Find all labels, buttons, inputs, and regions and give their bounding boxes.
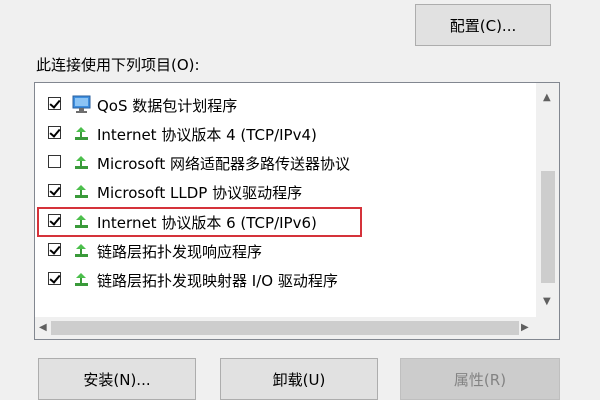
- list-item-label: 链路层拓扑发现映射器 I/O 驱动程序: [97, 272, 338, 290]
- scroll-left-icon[interactable]: ◀: [39, 323, 47, 333]
- scroll-up-icon[interactable]: ▲: [543, 93, 551, 103]
- horizontal-scroll-thumb[interactable]: [51, 321, 519, 335]
- list-item-multiplexor[interactable]: Microsoft 网络适配器多路传送器协议: [35, 149, 525, 177]
- checkbox[interactable]: [48, 155, 61, 168]
- list-item-qos[interactable]: QoS 数据包计划程序: [35, 91, 525, 119]
- checkbox[interactable]: [48, 272, 61, 285]
- checkbox[interactable]: [48, 97, 61, 110]
- list-item-label: Microsoft 网络适配器多路传送器协议: [97, 155, 351, 173]
- components-list[interactable]: QoS 数据包计划程序 Internet 协议版本 4 (TCP/IPv4) M…: [34, 82, 560, 340]
- protocol-icon: [71, 123, 93, 143]
- protocol-icon: [71, 240, 93, 260]
- list-item-lltd-mapper[interactable]: 链路层拓扑发现映射器 I/O 驱动程序: [35, 266, 525, 294]
- list-item-lldp[interactable]: Microsoft LLDP 协议驱动程序: [35, 178, 525, 206]
- vertical-scrollbar[interactable]: ▲ ▼: [536, 83, 559, 317]
- checkbox[interactable]: [48, 243, 61, 256]
- list-item-label: Internet 协议版本 4 (TCP/IPv4): [97, 126, 317, 144]
- scroll-corner: [537, 317, 559, 339]
- highlight-box: [37, 207, 362, 237]
- list-item-label: Microsoft LLDP 协议驱动程序: [97, 184, 303, 202]
- protocol-icon: [71, 152, 93, 172]
- qos-monitor-icon: [71, 94, 93, 114]
- configure-button[interactable]: 配置(C)...: [415, 4, 551, 46]
- list-item-ipv4[interactable]: Internet 协议版本 4 (TCP/IPv4): [35, 120, 525, 148]
- install-button[interactable]: 安装(N)...: [38, 358, 196, 400]
- uninstall-button[interactable]: 卸载(U): [220, 358, 378, 400]
- list-item-label: QoS 数据包计划程序: [97, 97, 238, 115]
- components-rows: QoS 数据包计划程序 Internet 协议版本 4 (TCP/IPv4) M…: [35, 83, 537, 313]
- protocol-icon: [71, 269, 93, 289]
- scroll-right-icon[interactable]: ▶: [521, 323, 529, 333]
- scroll-down-icon[interactable]: ▼: [543, 297, 551, 307]
- properties-button[interactable]: 属性(R): [400, 358, 560, 400]
- checkbox[interactable]: [48, 184, 61, 197]
- list-item-lltd-responder[interactable]: 链路层拓扑发现响应程序: [35, 237, 525, 265]
- components-label: 此连接使用下列项目(O):: [36, 56, 200, 74]
- list-item-label: 链路层拓扑发现响应程序: [97, 243, 263, 261]
- horizontal-scrollbar[interactable]: ◀ ▶: [35, 317, 537, 339]
- protocol-icon: [71, 181, 93, 201]
- vertical-scroll-thumb[interactable]: [541, 171, 555, 283]
- checkbox[interactable]: [48, 126, 61, 139]
